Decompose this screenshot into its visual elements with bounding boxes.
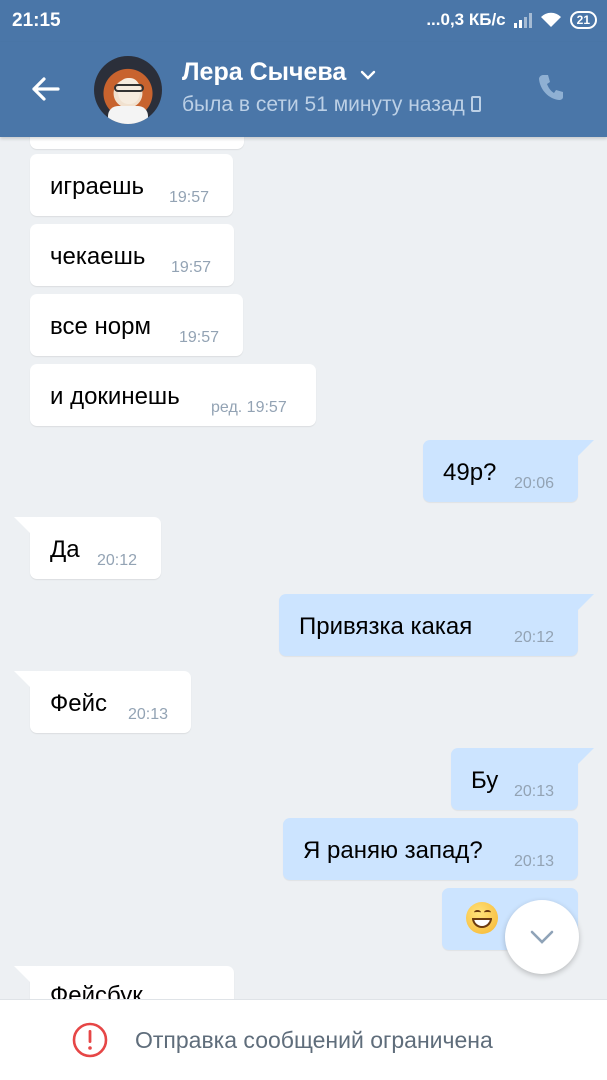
warning-icon [72, 1022, 108, 1058]
chevron-down-icon[interactable] [358, 67, 378, 83]
message-time: 19:57 [179, 329, 220, 346]
status-indicators: ...0,3 КБ/с 21 [426, 10, 597, 30]
bubble-tail [14, 966, 36, 988]
message-bubble[interactable] [30, 137, 244, 149]
restriction-notice: Отправка сообщений ограничена [135, 1027, 493, 1053]
message-time: ред. 19:57 [211, 399, 287, 416]
message-time: 19:57 [169, 189, 210, 206]
grinning-face-emoji-icon [466, 902, 498, 934]
message-bubble[interactable]: Бу 20:13 [451, 748, 594, 810]
message-time: 20:13 [514, 853, 555, 870]
contact-status: была в сети 51 минуту назад [182, 93, 481, 117]
network-speed: ...0,3 КБ/с [426, 10, 506, 29]
message-time: 20:13 [128, 706, 169, 723]
bubble-tail [14, 517, 36, 539]
bubble-tail [572, 440, 594, 462]
message-bubble[interactable]: и докинешь ред. 19:57 [30, 364, 316, 426]
scroll-to-bottom-button[interactable] [505, 900, 579, 974]
message-restricted-bar: Отправка сообщений ограничена [0, 999, 607, 1080]
message-list[interactable]: играешь 19:57 чекаешь 19:57 все норм 19:… [0, 137, 607, 999]
message-time: 20:12 [514, 629, 555, 646]
message-bubble[interactable]: Фейсбук [14, 966, 234, 999]
status-bar: 21:15 ...0,3 КБ/с 21 [0, 0, 607, 42]
back-arrow-icon[interactable] [22, 67, 66, 111]
message-bubble[interactable]: играешь 19:57 [30, 154, 233, 216]
chat-header: Лера Сычева была в сети 51 минуту назад [0, 42, 607, 137]
message-text: играешь [50, 173, 144, 200]
wifi-icon [540, 12, 561, 27]
bubble-tail [14, 671, 36, 693]
message-text: Я раняю запад? [303, 837, 483, 864]
message-bubble[interactable]: Да 20:12 [14, 517, 161, 579]
battery-icon: 21 [569, 11, 597, 29]
avatar[interactable] [94, 56, 162, 124]
message-bubble[interactable]: 49р? 20:06 [423, 440, 594, 502]
message-text: Фейсбук [50, 982, 143, 999]
message-text: все норм [50, 313, 151, 340]
message-text: и докинешь [50, 383, 180, 410]
message-time: 20:12 [97, 552, 138, 569]
phone-icon[interactable] [529, 65, 573, 109]
status-time: 21:15 [12, 10, 61, 31]
contact-name[interactable]: Лера Сычева [182, 58, 346, 87]
message-time: 20:13 [514, 783, 555, 800]
message-bubble[interactable]: Я раняю запад? 20:13 [283, 818, 578, 880]
message-bubble[interactable]: чекаешь 19:57 [30, 224, 234, 286]
message-text: 49р? [443, 459, 497, 486]
chevron-down-icon [530, 930, 554, 944]
message-time: 19:57 [171, 259, 212, 276]
message-text: Привязка какая [299, 613, 473, 640]
bubble-tail [572, 748, 594, 770]
message-text: чекаешь [50, 243, 146, 270]
message-time: 20:06 [514, 475, 555, 492]
message-text: Да [50, 536, 80, 563]
signal-icon [513, 12, 532, 28]
message-bubble[interactable]: все норм 19:57 [30, 294, 243, 356]
mobile-icon [470, 96, 481, 112]
message-text: Фейс [50, 690, 107, 717]
message-bubble[interactable]: Привязка какая 20:12 [279, 594, 594, 656]
last-seen-text: была в сети 51 минуту назад [182, 93, 465, 116]
message-text: Бу [471, 767, 499, 794]
bubble-tail [572, 594, 594, 616]
message-bubble[interactable]: Фейс 20:13 [14, 671, 191, 733]
